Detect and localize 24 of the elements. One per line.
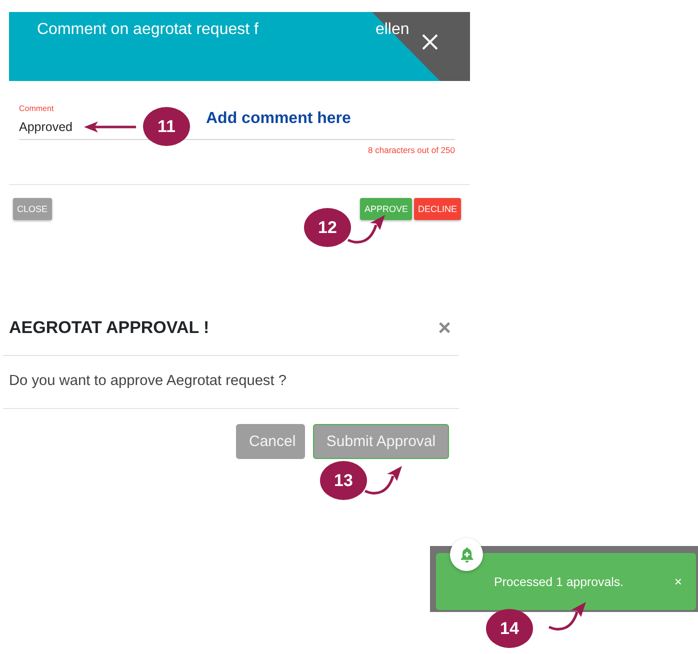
toast-message: Processed 1 approvals. bbox=[494, 574, 624, 588]
arrow-icon bbox=[84, 121, 136, 133]
step-number: 13 bbox=[320, 461, 367, 500]
close-button[interactable]: CLOSE bbox=[13, 198, 52, 220]
submit-button[interactable]: Submit Approval bbox=[313, 424, 449, 459]
callout-note: Add comment here bbox=[206, 110, 351, 128]
dialog-message: Do you want to approve Aegrotat request ? bbox=[9, 373, 286, 389]
dialog-title: Comment on aegrotat request f bbox=[37, 20, 258, 40]
cancel-button[interactable]: Cancel bbox=[236, 424, 305, 459]
step-number: 12 bbox=[304, 208, 351, 247]
close-button[interactable]: × bbox=[674, 574, 682, 589]
bell-icon bbox=[450, 538, 483, 571]
curved-arrow-icon bbox=[548, 601, 588, 631]
close-icon[interactable] bbox=[422, 34, 438, 50]
step-number: 11 bbox=[143, 107, 190, 146]
approve-button[interactable]: APPROVE bbox=[360, 198, 412, 220]
character-counter: 8 characters out of 250 bbox=[367, 145, 455, 155]
curved-arrow-icon bbox=[364, 465, 404, 495]
step-number: 14 bbox=[486, 609, 533, 648]
field-label: Comment bbox=[19, 104, 54, 114]
dialog-title: AEGROTAT APPROVAL ! bbox=[9, 317, 210, 339]
close-button[interactable]: × bbox=[438, 317, 451, 339]
curved-arrow-icon bbox=[347, 214, 387, 244]
decline-button[interactable]: DECLINE bbox=[414, 198, 461, 220]
